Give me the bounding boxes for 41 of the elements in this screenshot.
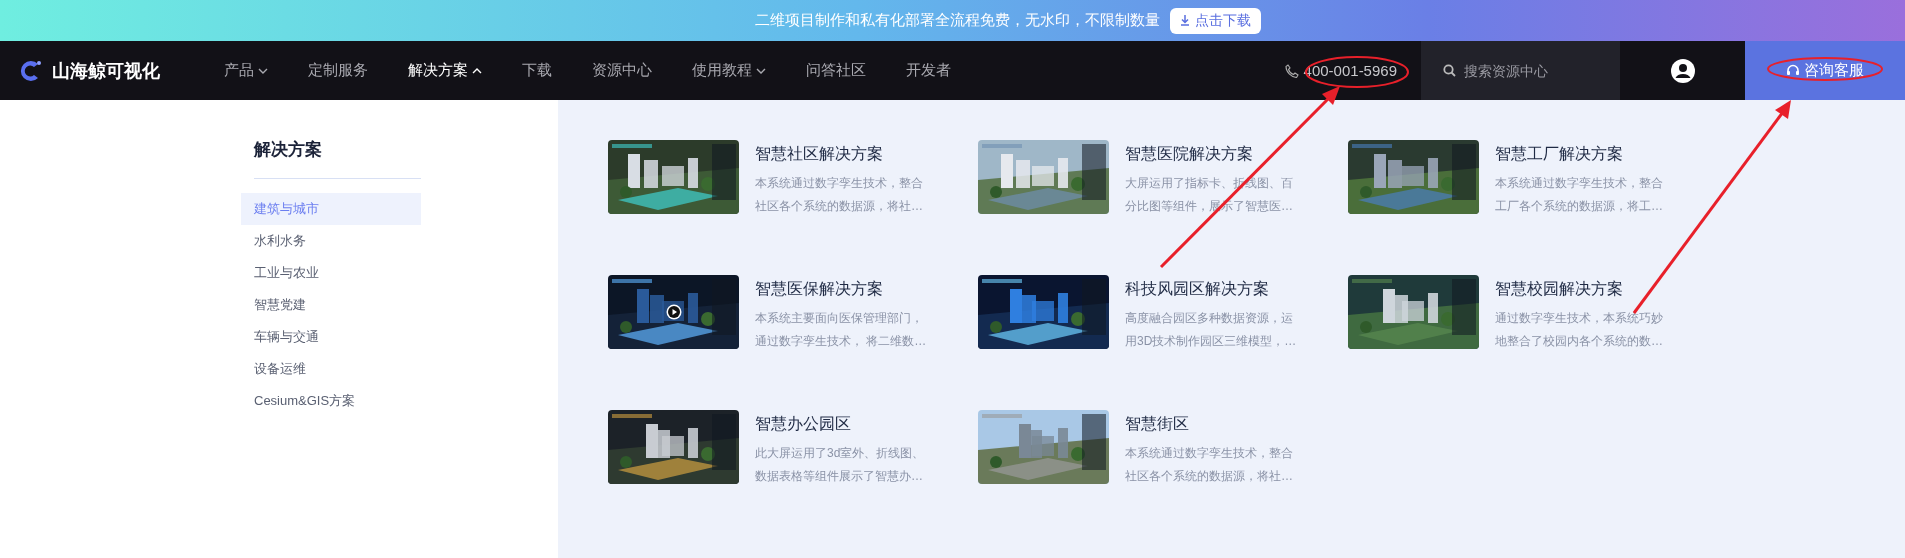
card-description: 本系统主要面向医保管理部门， 通过数字孪生技术， 将二维数…: [755, 310, 927, 350]
nav-link[interactable]: 问答社区: [806, 61, 866, 80]
headset-icon: [1786, 63, 1800, 78]
sidebar-item[interactable]: Cesium&GIS方案: [241, 385, 421, 417]
card-title[interactable]: 智慧工厂解决方案: [1495, 144, 1663, 165]
nav-link[interactable]: 下载: [522, 61, 552, 80]
user-avatar-icon[interactable]: [1670, 58, 1695, 83]
card-title[interactable]: 智慧社区解决方案: [755, 144, 923, 165]
sidebar-item[interactable]: 车辆与交通: [241, 321, 421, 353]
card-description: 本系统通过数字孪生技术，整合 工厂各个系统的数据源，将工…: [1495, 175, 1663, 215]
consult-button[interactable]: 咨询客服: [1745, 41, 1905, 100]
promo-text: 二维项目制作和私有化部署全流程免费，无水印，不限制数量: [754, 11, 1160, 30]
card-description: 此大屏运用了3d室外、折线图、 数据表格等组件展示了智慧办…: [755, 445, 925, 485]
phone-icon: [1284, 63, 1299, 78]
nav-link[interactable]: 定制服务: [308, 61, 368, 80]
card-description: 通过数字孪生技术，本系统巧妙 地整合了校园内各个系统的数…: [1495, 310, 1663, 350]
nav-link[interactable]: 解决方案: [408, 61, 482, 80]
download-button[interactable]: 点击下载: [1169, 7, 1261, 34]
brand-logo[interactable]: 山海鲸可视化: [18, 57, 224, 84]
card-title[interactable]: 智慧医保解决方案: [755, 279, 927, 300]
sidebar-title: 解决方案: [254, 138, 421, 179]
card-description: 高度融合园区多种数据资源，运 用3D技术制作园区三维模型，…: [1125, 310, 1297, 350]
sidebar-item[interactable]: 智慧党建: [241, 289, 421, 321]
card-description: 本系统通过数字孪生技术，整合 社区各个系统的数据源，将社…: [755, 175, 923, 215]
sidebar-item[interactable]: 设备运维: [241, 353, 421, 385]
sidebar-item[interactable]: 工业与农业: [241, 257, 421, 289]
card-title[interactable]: 智慧办公园区: [755, 414, 925, 435]
search-field[interactable]: 搜索资源中心: [1421, 41, 1620, 100]
sidebar-item[interactable]: 水利水务: [241, 225, 421, 257]
nav-link[interactable]: 资源中心: [592, 61, 652, 80]
card-title[interactable]: 科技风园区解决方案: [1125, 279, 1297, 300]
nav-link[interactable]: 产品: [224, 61, 268, 80]
card-title[interactable]: 智慧医院解决方案: [1125, 144, 1293, 165]
search-icon: [1443, 64, 1456, 77]
download-icon: [1179, 15, 1190, 26]
card-title[interactable]: 智慧街区: [1125, 414, 1293, 435]
play-icon[interactable]: [666, 304, 682, 320]
nav-link[interactable]: 使用教程: [692, 61, 766, 80]
card-title[interactable]: 智慧校园解决方案: [1495, 279, 1663, 300]
card-description: 本系统通过数字孪生技术，整合 社区各个系统的数据源，将社…: [1125, 445, 1293, 485]
nav-link[interactable]: 开发者: [906, 61, 951, 80]
